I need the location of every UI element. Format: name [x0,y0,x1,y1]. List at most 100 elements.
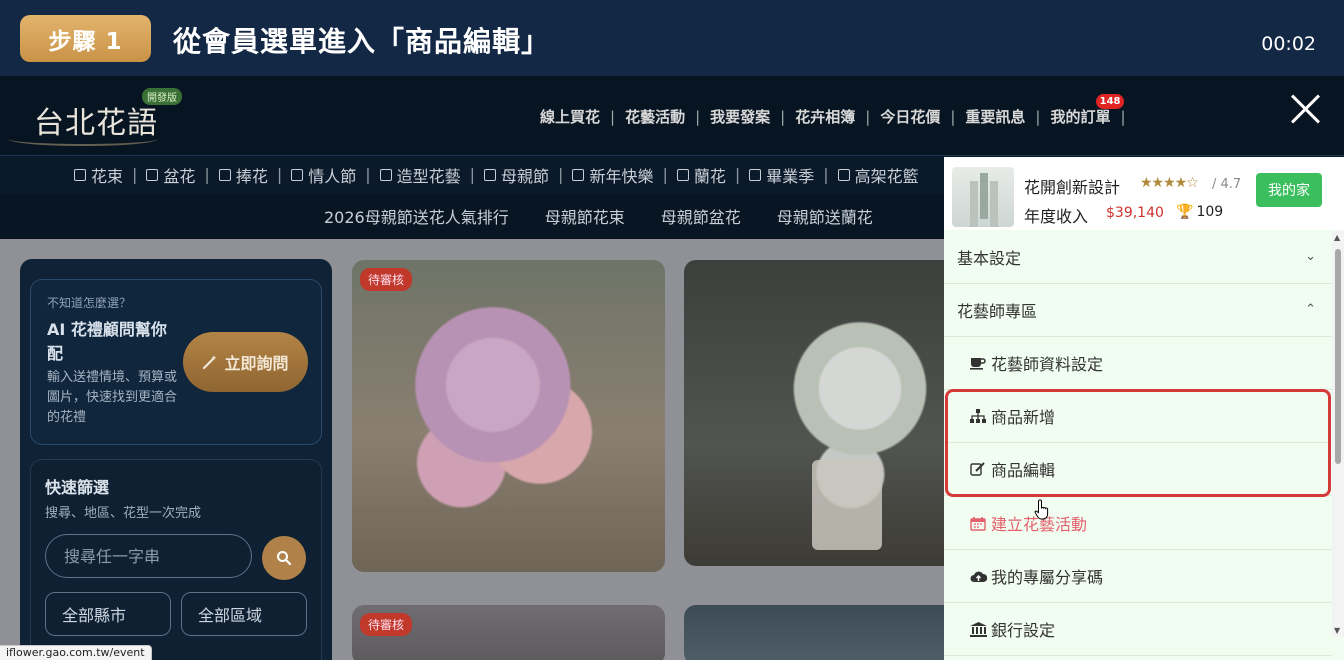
category-label: 畢業季 [766,166,815,186]
nav-online-buy[interactable]: 線上買花 [530,106,610,127]
ask-now-label: 立即詢問 [224,354,289,373]
ai-advisor-card: 不知道怎麼選？ AI 花禮顧問幫你配 輸入送禮情境、預算或圖片，快速找到更適合的… [30,279,322,445]
category-potted[interactable]: 盆花 [146,163,195,187]
nav-my-orders[interactable]: 我的訂單 148 [1040,94,1125,127]
category-graduation[interactable]: 畢業季 [749,163,814,187]
pending-review-badge: 待審核 [360,268,413,291]
promo-link[interactable]: 母親節送蘭花 [777,204,873,228]
category-bridal[interactable]: 捧花 [218,163,268,187]
scroll-thumb[interactable] [1335,249,1341,464]
highlight-frame [945,389,1331,497]
category-label: 母親節 [501,166,550,186]
nav-news[interactable]: 重要訊息 [955,106,1035,127]
checkbox-icon [379,168,392,181]
filter-title: 快速篩選 [45,478,110,497]
search-button[interactable] [262,536,306,580]
avatar [952,167,1014,227]
nav-album[interactable]: 花卉相簿 [785,106,865,127]
status-bar-url: iflower.gao.com.tw/event [0,645,152,660]
quick-filter-card: 快速篩選 搜尋、地區、花型一次完成 全部縣市 全部區域 [30,459,322,660]
member-profile: 花開創新設計 ★★★★☆ / 4.7 我的家 年度收入 $39,140 🏆 109 [944,157,1344,230]
category-new-year[interactable]: 新年快樂 [572,163,653,187]
checkbox-icon [74,168,86,181]
filter-subtitle: 搜尋、地區、花型一次完成 [45,506,202,521]
menu-share-code[interactable]: 我的專屬分享碼 [944,550,1332,603]
product-image-vase [812,460,882,550]
menu-basic-settings[interactable]: 基本設定 ⌄ [944,231,1332,284]
category-separator: | [823,165,829,184]
top-nav: 線上買花 | 花藝活動 | 我要發案 | 花卉相簿 | 今日花價 | 重要訊息 … [530,94,1126,127]
nav-post-job[interactable]: 我要發案 [700,106,780,127]
chevron-up-icon: ⌃ [1305,302,1316,317]
menu-label: 我的專屬分享碼 [991,568,1104,587]
trophy-count: 🏆 109 [1176,204,1223,220]
left-sidebar: 不知道怎麼選？ AI 花禮顧問幫你配 輸入送禮情境、預算或圖片，快速找到更適合的… [20,259,332,660]
category-valentine[interactable]: 情人節 [291,163,356,187]
promo-link[interactable]: 2026母親節送花人氣排行 [324,204,509,228]
calendar-icon [969,515,987,531]
bank-icon [969,621,987,637]
site-header: 台北花語 開發版 線上買花 | 花藝活動 | 我要發案 | 花卉相簿 | 今日花… [0,76,1344,155]
nav-separator: | [1120,107,1126,126]
menu-bank-settings[interactable]: 銀行設定 [944,603,1332,656]
category-label: 高架花籃 [854,166,919,186]
scroll-up-icon[interactable]: ▲ [1334,233,1340,242]
category-design[interactable]: 造型花藝 [379,163,461,187]
chevron-down-icon: ⌄ [1305,249,1316,264]
nav-flower-price[interactable]: 今日花價 [870,106,950,127]
ask-now-button[interactable]: 立即詢問 [183,332,308,392]
pending-review-badge: 待審核 [360,613,413,636]
product-card[interactable]: 待審核 [352,260,665,572]
category-separator: | [276,165,283,184]
category-separator: | [132,165,138,184]
trophy-icon: 🏆 [1176,204,1194,220]
menu-florist-zone[interactable]: 花藝師專區 ⌃ [944,284,1332,337]
category-separator: | [558,165,564,184]
menu-label: 銀行設定 [991,621,1056,640]
promo-link[interactable]: 母親節盆花 [661,204,741,228]
category-label: 情人節 [308,166,357,186]
category-label: 新年快樂 [589,166,654,186]
rating-value: / 4.7 [1212,177,1242,192]
nav-floral-events[interactable]: 花藝活動 [615,106,695,127]
my-home-button[interactable]: 我的家 [1256,173,1322,207]
trophy-value: 109 [1196,204,1224,220]
city-select[interactable]: 全部縣市 [45,592,171,636]
step-badge: 步驟 1 [20,15,151,62]
order-count-badge: 148 [1095,94,1125,109]
menu-create-event[interactable]: 建立花藝活動 [944,497,1332,550]
search-input[interactable] [45,534,252,578]
ai-title: AI 花禮顧問幫你配 [47,320,167,363]
coffee-icon [969,355,987,371]
category-separator: | [469,165,476,184]
hand-cursor-icon [1034,499,1049,520]
category-mothers-day[interactable]: 母親節 [484,163,549,187]
panel-scrollbar[interactable]: ▲ ▼ [1332,231,1344,637]
annual-income-value: $39,140 [1106,205,1164,221]
product-card[interactable]: 待審核 [352,605,665,660]
area-select[interactable]: 全部區域 [181,592,307,636]
category-orchid[interactable]: 蘭花 [676,163,726,187]
checkbox-icon [291,168,304,181]
menu-florist-profile[interactable]: 花藝師資料設定 [944,337,1332,390]
ai-hint: 不知道怎麼選？ [47,296,132,310]
category-separator: | [365,165,371,184]
category-label: 盆花 [163,166,196,186]
promo-link[interactable]: 母親節花束 [545,204,625,228]
category-stand-basket[interactable]: 高架花籃 [837,163,919,187]
search-icon [277,551,292,566]
checkbox-icon [484,168,497,181]
checkbox-icon [749,168,762,181]
category-label: 捧花 [235,166,268,186]
scroll-down-icon[interactable]: ▼ [1334,626,1340,635]
menu-label: 花藝師資料設定 [991,355,1104,374]
category-separator: | [734,165,741,184]
close-icon[interactable] [1289,92,1323,126]
category-label: 造型花藝 [396,166,461,186]
step-banner: 步驟 1 從會員選單進入「商品編輯」 00:02 [0,0,1344,76]
category-label: 蘭花 [693,166,726,186]
site-logo[interactable]: 台北花語 開發版 [8,84,183,150]
dev-badge: 開發版 [142,88,182,105]
category-bouquet[interactable]: 花束 [74,163,123,187]
profile-name: 花開創新設計 [1024,178,1121,197]
